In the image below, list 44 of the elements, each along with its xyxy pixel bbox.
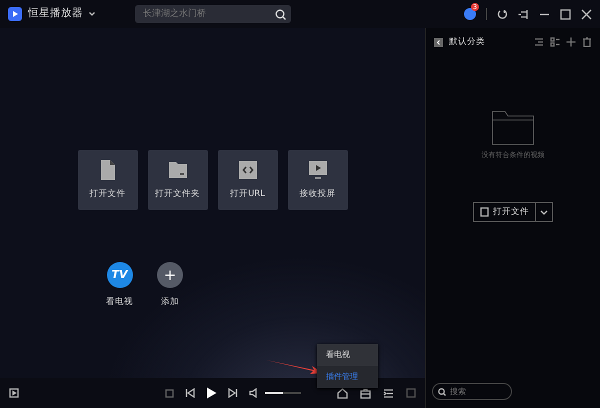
link-icon — [238, 159, 258, 182]
caret-icon[interactable] — [89, 12, 95, 16]
screen-icon — [308, 159, 328, 182]
previous-icon[interactable] — [185, 388, 195, 398]
play-icon[interactable] — [206, 387, 217, 399]
tile-button[interactable]: 打开文件夹 — [148, 150, 208, 210]
home-icon[interactable] — [337, 388, 348, 398]
stop-icon[interactable] — [165, 388, 174, 398]
sidebar-search-field[interactable]: 搜索 — [432, 383, 512, 400]
playlist-icon[interactable] — [9, 388, 19, 398]
trash-icon[interactable] — [582, 37, 592, 48]
dropdown-button[interactable] — [536, 202, 553, 222]
refresh-icon[interactable] — [497, 8, 508, 20]
open-file-button[interactable]: 打开文件 — [473, 202, 536, 222]
shortcut-label[interactable]: 看电视 — [106, 296, 133, 309]
tile-button[interactable]: 打开URL — [218, 150, 278, 210]
tv-icon[interactable]: TV — [106, 262, 132, 288]
add-icon[interactable]: + — [157, 262, 183, 288]
category-title[interactable]: 默认分类 — [449, 36, 485, 49]
app-logo-icon — [8, 7, 22, 21]
list-icon[interactable] — [383, 388, 394, 398]
collapse-button[interactable] — [434, 38, 443, 47]
menu-item[interactable]: 看电视 — [317, 344, 378, 366]
grid-list-icon[interactable] — [550, 37, 560, 48]
chevron-down-icon — [540, 210, 548, 215]
file-icon — [480, 207, 489, 218]
maximize-icon[interactable] — [560, 8, 571, 20]
toolbox-icon[interactable] — [360, 388, 371, 398]
fullscreen-icon[interactable] — [406, 388, 416, 398]
add-icon[interactable] — [566, 37, 576, 48]
next-icon[interactable] — [228, 388, 238, 398]
app-title[interactable]: 恒星播放器 — [28, 6, 83, 22]
user-avatar-icon[interactable] — [464, 8, 476, 20]
tile-button[interactable]: 接收投屏 — [288, 150, 348, 210]
pin-icon[interactable] — [518, 8, 529, 20]
close-icon[interactable] — [581, 8, 592, 20]
search-icon[interactable] — [275, 9, 286, 20]
tile-button[interactable]: 打开文件 — [78, 150, 138, 210]
empty-folder-icon — [492, 110, 534, 145]
sort-icon[interactable] — [534, 37, 544, 48]
search-field[interactable]: 长津湖之水门桥 — [135, 5, 291, 23]
search-icon — [438, 388, 446, 396]
menu-item[interactable]: 插件管理 — [317, 366, 378, 388]
shortcut-label[interactable]: 添加 — [161, 296, 179, 309]
